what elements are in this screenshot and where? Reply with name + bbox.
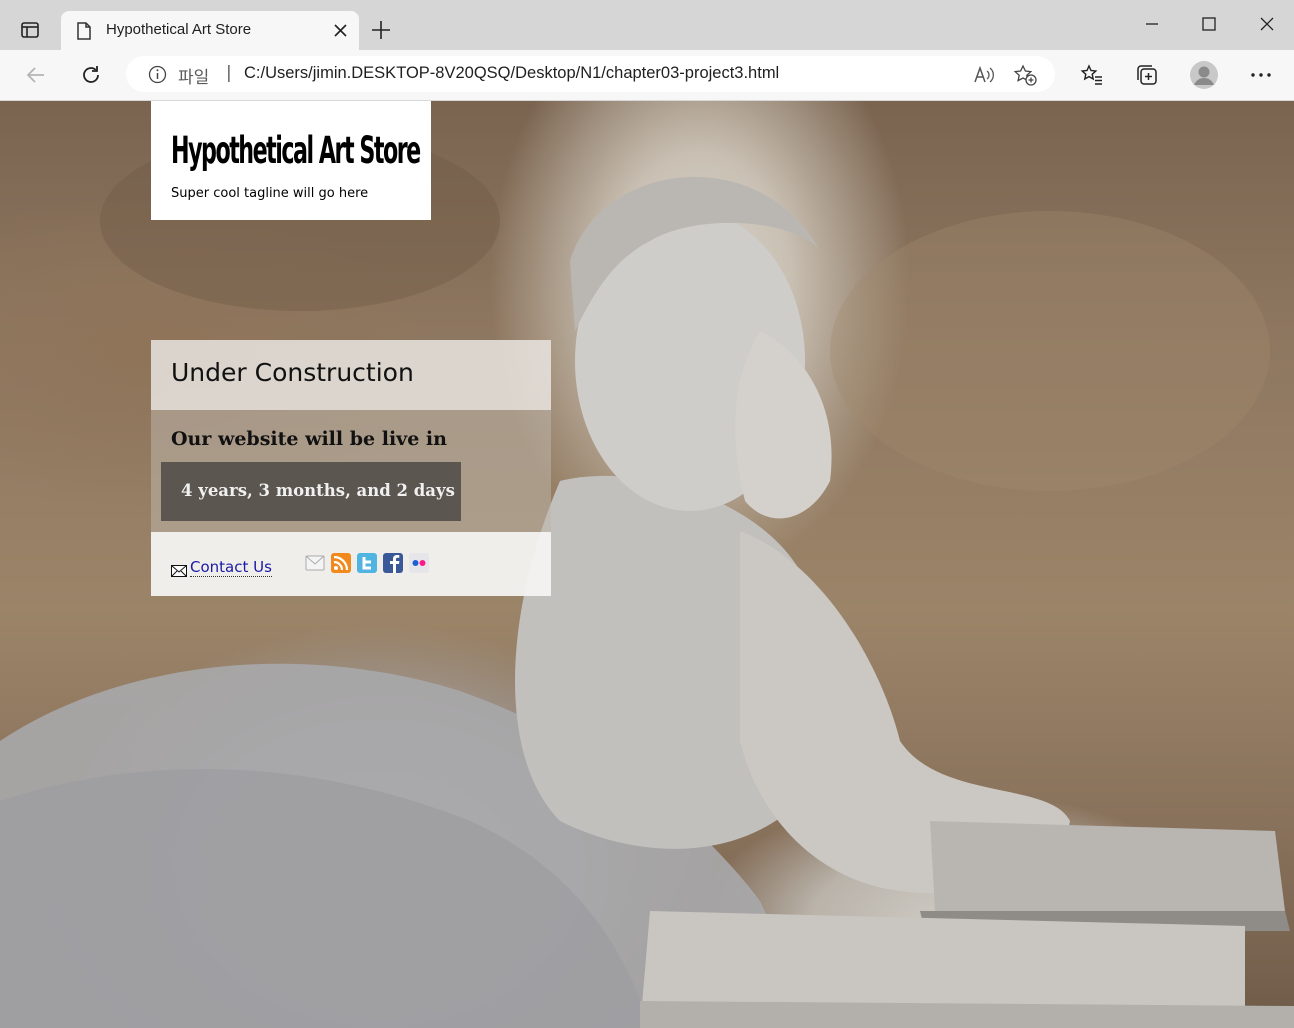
panel-footer: Contact Us <box>151 532 551 596</box>
browser-tab-strip: Hypothetical Art Store <box>0 0 1294 50</box>
tab-actions-button[interactable] <box>10 10 50 50</box>
panel-countdown-section: Our website will be live in 4 years, 3 m… <box>151 410 551 532</box>
tab-actions-icon <box>21 22 39 38</box>
back-icon[interactable] <box>24 63 48 87</box>
construction-panel: Under Construction Our website will be l… <box>151 340 551 596</box>
flickr-icon[interactable] <box>409 553 429 573</box>
minimize-icon[interactable] <box>1144 16 1160 32</box>
url-text[interactable]: C:/Users/jimin.DESKTOP-8V20QSQ/Desktop/N… <box>244 64 779 83</box>
new-tab-icon[interactable] <box>370 19 392 41</box>
file-scheme-label: 파일 <box>178 68 210 88</box>
site-header: Hypothetical Art Store Super cool taglin… <box>151 101 431 220</box>
envelope-icon <box>171 565 187 577</box>
close-window-icon[interactable] <box>1259 16 1275 32</box>
address-separator: | <box>226 63 232 83</box>
site-logo[interactable]: Hypothetical Art Store <box>171 129 421 172</box>
read-aloud-icon[interactable] <box>973 65 995 85</box>
twitter-icon[interactable] <box>357 553 377 573</box>
maximize-icon[interactable] <box>1201 16 1217 32</box>
site-tagline: Super cool tagline will go here <box>171 186 369 201</box>
email-icon[interactable] <box>305 553 325 573</box>
social-icons <box>305 553 429 573</box>
site-info-icon[interactable] <box>148 65 167 84</box>
address-bar[interactable]: 파일 | C:/Users/jimin.DESKTOP-8V20QSQ/Desk… <box>126 56 1055 92</box>
refresh-icon[interactable] <box>79 63 103 87</box>
page-viewport: Hypothetical Art Store Super cool taglin… <box>0 101 1294 1028</box>
live-text: Our website will be live in <box>171 428 447 450</box>
panel-heading: Under Construction <box>171 358 414 387</box>
add-favorite-icon[interactable] <box>1013 64 1037 86</box>
page-icon <box>77 22 91 40</box>
contact-us-link[interactable]: Contact Us <box>190 558 272 577</box>
countdown-box: 4 years, 3 months, and 2 days <box>161 462 461 521</box>
countdown-text: 4 years, 3 months, and 2 days <box>181 481 455 500</box>
browser-toolbar: 파일 | C:/Users/jimin.DESKTOP-8V20QSQ/Desk… <box>0 50 1294 101</box>
rss-icon[interactable] <box>331 553 351 573</box>
tab-title: Hypothetical Art Store <box>106 21 252 38</box>
active-tab[interactable]: Hypothetical Art Store <box>61 11 359 50</box>
collections-icon[interactable] <box>1135 63 1159 87</box>
favorites-icon[interactable] <box>1080 63 1104 87</box>
contact-link-group[interactable]: Contact Us <box>171 558 272 577</box>
profile-avatar-icon[interactable] <box>1189 60 1219 90</box>
panel-header: Under Construction <box>151 340 551 410</box>
facebook-icon[interactable] <box>383 553 403 573</box>
close-tab-icon[interactable] <box>334 24 347 37</box>
more-options-icon[interactable] <box>1249 63 1273 87</box>
